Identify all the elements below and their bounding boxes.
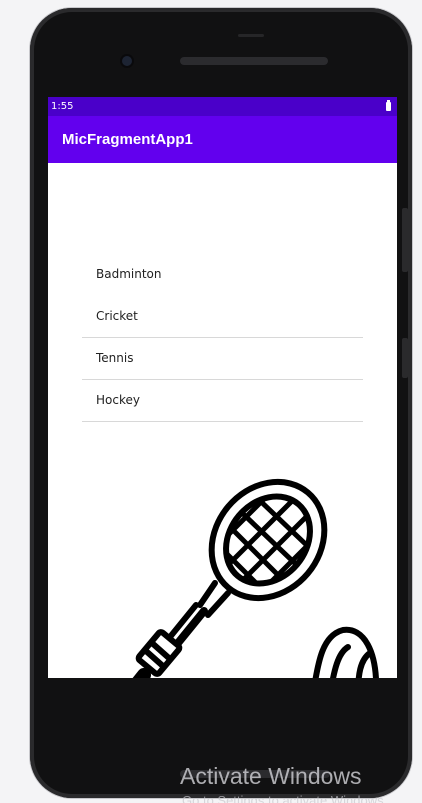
battery-icon: [386, 100, 391, 111]
sports-list: Badminton Cricket Tennis Hockey: [82, 254, 363, 422]
badminton-racket-shuttlecock-icon: [132, 478, 379, 678]
app-bar: MicFragmentApp1: [48, 116, 397, 163]
list-item-tennis[interactable]: Tennis: [82, 338, 363, 380]
list-item-hockey[interactable]: Hockey: [82, 380, 363, 422]
volume-button[interactable]: [402, 208, 408, 272]
status-bar: 1:55: [48, 97, 397, 116]
status-time: 1:55: [51, 101, 74, 112]
power-button[interactable]: [402, 338, 408, 378]
list-item-badminton[interactable]: Badminton: [82, 254, 363, 296]
list-item-cricket[interactable]: Cricket: [82, 296, 363, 338]
device-frame: 1:55 MicFragmentApp1 Badminton Cricket T…: [0, 0, 422, 803]
bottom-speaker: [180, 770, 330, 778]
app-screen: 1:55 MicFragmentApp1 Badminton Cricket T…: [48, 97, 397, 678]
app-title: MicFragmentApp1: [62, 131, 193, 148]
front-camera-icon: [122, 56, 132, 66]
earpiece-speaker: [180, 57, 328, 65]
proximity-sensor: [238, 34, 264, 37]
